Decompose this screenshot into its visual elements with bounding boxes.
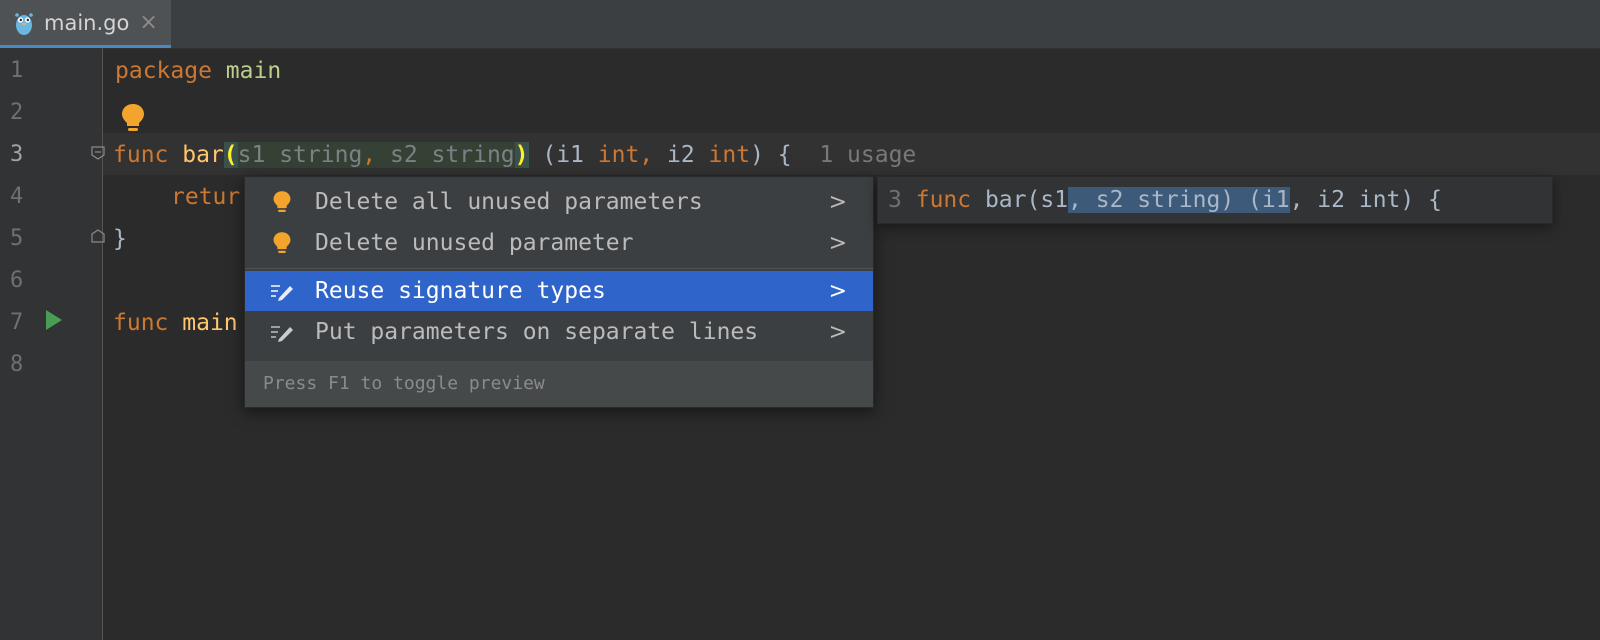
footer-text: Press F1 to toggle preview bbox=[263, 373, 545, 394]
run-icon[interactable] bbox=[45, 309, 63, 331]
package-name: main bbox=[225, 58, 282, 84]
preview-diff-highlight: , s2 string) (i1 bbox=[1068, 187, 1290, 213]
edit-pencil-icon bbox=[269, 277, 295, 305]
chevron-right-icon: > bbox=[828, 189, 847, 215]
keyword: func bbox=[113, 310, 169, 336]
tab-main-go[interactable]: main.go × bbox=[0, 0, 171, 48]
result-params: (i1 bbox=[542, 142, 598, 168]
preview-code: bar(s1 bbox=[971, 187, 1069, 213]
paren-highlight: ( bbox=[223, 142, 238, 168]
keyword: func bbox=[113, 142, 169, 168]
code-line-4: retur bbox=[171, 176, 240, 218]
line-number: 2 bbox=[10, 100, 24, 125]
function-name: main bbox=[182, 310, 238, 336]
popup-footer-hint: Press F1 to toggle preview bbox=[245, 361, 873, 407]
menu-item-label: Reuse signature types bbox=[315, 278, 606, 304]
function-name: bar bbox=[182, 142, 224, 168]
menu-item-delete-all-unused-parameters[interactable]: Delete all unused parameters > bbox=[245, 182, 873, 222]
line-number-gutter: 1 2 3 4 5 6 7 8 bbox=[0, 48, 103, 640]
code-line-3: func bar(s1 string, s2 string) (i1 int, … bbox=[113, 142, 917, 168]
line-number: 7 bbox=[10, 310, 24, 335]
menu-item-delete-unused-parameter[interactable]: Delete unused parameter > bbox=[245, 223, 873, 263]
chevron-right-icon: > bbox=[828, 230, 847, 256]
tab-title: main.go bbox=[44, 10, 130, 35]
lightbulb-icon bbox=[269, 188, 295, 216]
usage-inlay-hint[interactable]: 1 usage bbox=[819, 142, 916, 168]
keyword: package bbox=[115, 58, 212, 84]
preview-code: , i2 int) { bbox=[1289, 187, 1442, 213]
line-number: 4 bbox=[10, 184, 24, 209]
preview-line-number: 3 bbox=[888, 187, 902, 213]
line-number: 8 bbox=[10, 352, 24, 377]
line-number: 6 bbox=[10, 268, 24, 293]
code-line-7: func main bbox=[113, 302, 238, 344]
menu-item-reuse-signature-types[interactable]: Reuse signature types > bbox=[245, 271, 873, 311]
menu-item-label: Delete all unused parameters bbox=[315, 189, 703, 215]
chevron-right-icon: > bbox=[828, 278, 847, 304]
go-gopher-icon bbox=[15, 12, 33, 35]
line-number: 1 bbox=[10, 58, 24, 83]
menu-separator bbox=[245, 268, 873, 269]
code-line-1: package main bbox=[115, 50, 281, 92]
closing-brace: } bbox=[113, 226, 127, 252]
unused-params: s1 string, s2 string bbox=[237, 142, 515, 168]
editor-tab-bar: main.go × bbox=[0, 0, 1600, 49]
keyword: retur bbox=[171, 184, 241, 210]
code-line-5: } bbox=[113, 218, 127, 260]
chevron-right-icon: > bbox=[828, 319, 847, 345]
close-icon[interactable]: × bbox=[139, 10, 157, 35]
paren-highlight: ) bbox=[514, 142, 529, 168]
menu-item-put-parameters-on-separate-lines[interactable]: Put parameters on separate lines > bbox=[245, 312, 873, 352]
keyword: func bbox=[915, 187, 972, 213]
line-number-current: 3 bbox=[10, 142, 24, 167]
line-number: 5 bbox=[10, 226, 24, 251]
intention-preview-popup: 3 func bar(s1, s2 string) (i1, i2 int) { bbox=[877, 176, 1553, 224]
intention-actions-popup: Delete all unused parameters > Delete un… bbox=[244, 176, 874, 408]
menu-item-label: Put parameters on separate lines bbox=[315, 319, 759, 345]
edit-pencil-icon bbox=[269, 318, 295, 346]
menu-item-label: Delete unused parameter bbox=[315, 230, 634, 256]
lightbulb-icon bbox=[269, 229, 295, 257]
